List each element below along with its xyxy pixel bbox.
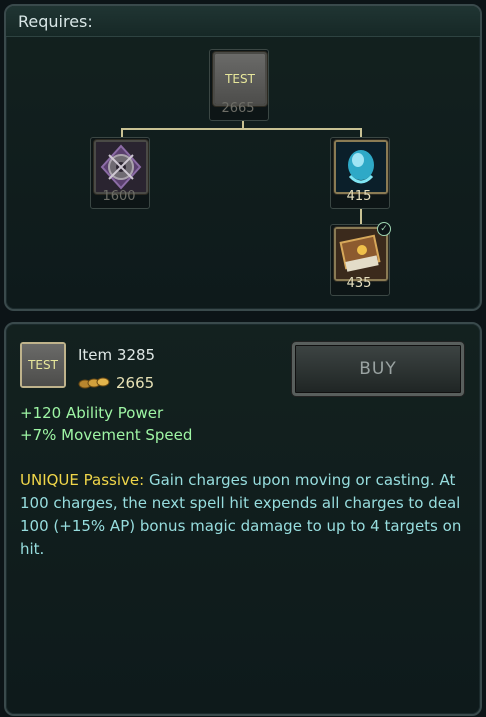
buy-button[interactable]: BUY (292, 342, 464, 396)
sub-component-price: 435 (346, 276, 372, 291)
item-name: Item 3285 (78, 346, 156, 364)
test-placeholder-icon: TEST (22, 344, 64, 386)
item-info-panel: TEST Item 3285 2665 BUY +120 Ability Pow… (4, 322, 482, 716)
requires-header: Requires: (6, 6, 480, 37)
recipe-tree-panel: Requires: TEST 2665 1600 415 ✓ 435 (4, 4, 482, 311)
component-left-item[interactable] (94, 140, 148, 194)
owned-check-icon: ✓ (377, 222, 391, 236)
passive-description: UNIQUE Passive: Gain charges upon moving… (20, 469, 465, 561)
stat-ability-power: +120 Ability Power (20, 404, 164, 422)
test-placeholder-icon: TEST (215, 54, 265, 104)
component-right-price: 415 (346, 189, 372, 204)
blue-crystal-orb-icon (336, 142, 386, 192)
dark-gear-crest-icon (96, 142, 146, 192)
recipe-root-item[interactable]: TEST (213, 52, 267, 106)
component-left-price: 1600 (102, 189, 136, 204)
spell-book-icon (336, 229, 386, 279)
item-icon: TEST (20, 342, 66, 388)
requires-label: Requires: (18, 12, 93, 31)
stat-movement-speed: +7% Movement Speed (20, 426, 193, 444)
component-right-item[interactable] (334, 140, 388, 194)
gold-coins-icon (78, 377, 110, 389)
unique-passive-label: UNIQUE Passive: (20, 471, 145, 489)
recipe-root-price: 2665 (221, 101, 255, 116)
item-price: 2665 (116, 374, 155, 392)
connector-line (121, 128, 362, 130)
